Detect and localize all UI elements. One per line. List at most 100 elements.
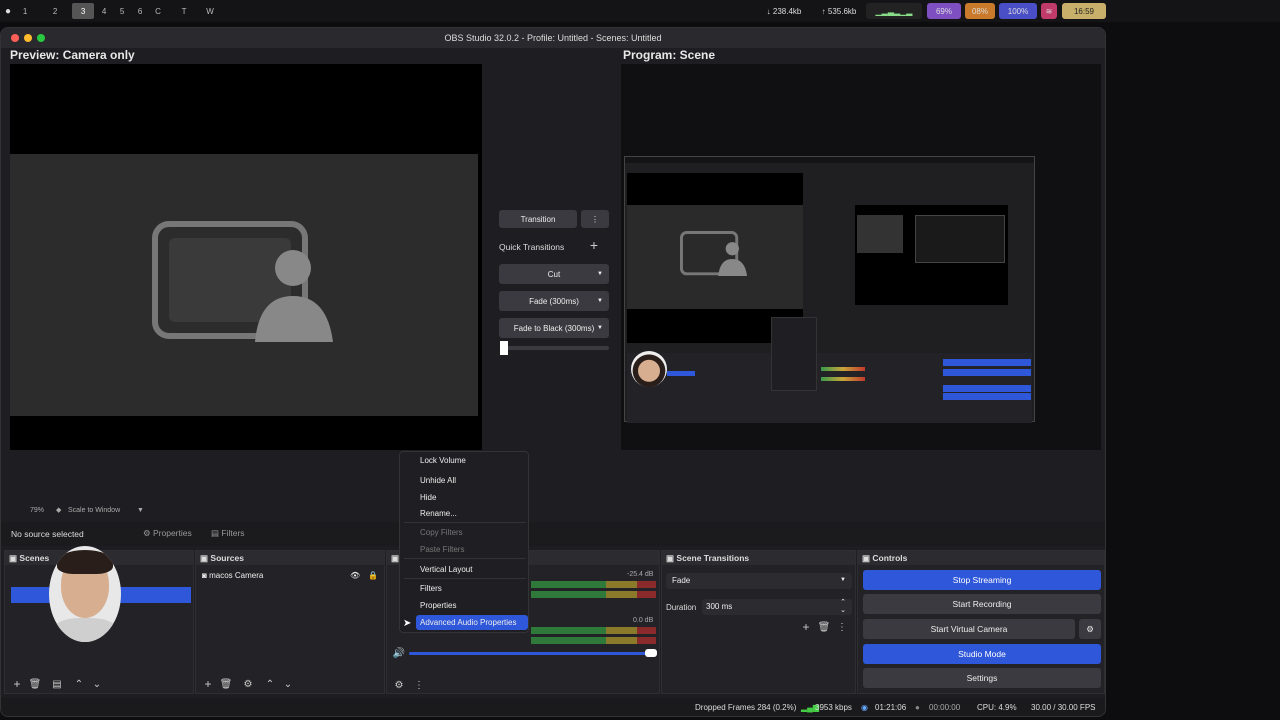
lock-icon[interactable]: 🔒	[368, 571, 378, 580]
scene-filters-icon[interactable]: ▤	[51, 678, 63, 690]
mixer-settings-icon[interactable]: ⚙	[393, 679, 405, 691]
mixer-menu-icon[interactable]: ⋮	[413, 679, 425, 691]
add-source-icon[interactable]: +	[202, 677, 214, 691]
window-titlebar: OBS Studio 32.0.2 - Profile: Untitled - …	[1, 28, 1105, 48]
camera-placeholder	[10, 154, 478, 416]
sources-dock-icon: ▣	[200, 552, 211, 563]
dropped-frames: Dropped Frames 284 (0.2%)	[695, 703, 797, 712]
quick-transitions-label: Quick Transitions	[499, 242, 565, 252]
zoom-window-button[interactable]	[37, 34, 45, 42]
virtual-camera-settings-button[interactable]: ⚙	[1079, 619, 1101, 639]
program-title: Program: Scene	[623, 48, 716, 62]
fade-transition-button[interactable]: Fade (300ms) ▼	[499, 291, 609, 311]
transition-button[interactable]: Transition	[499, 210, 577, 228]
speaker-icon[interactable]: 🔊	[393, 647, 405, 659]
mouse-cursor-icon: ➤	[403, 618, 412, 629]
tbar-slider-handle[interactable]	[500, 341, 508, 355]
cut-transition-button[interactable]: Cut ▼	[499, 264, 609, 284]
menu-item-rename[interactable]: Rename...	[420, 509, 457, 518]
menu-item-vertical-layout[interactable]: Vertical Layout	[420, 565, 472, 574]
menu-item-advanced-audio[interactable]: Advanced Audio Properties	[420, 618, 517, 627]
apple-logo-icon[interactable]: ●	[5, 6, 11, 17]
start-recording-button[interactable]: Start Recording	[863, 594, 1101, 614]
move-up-icon[interactable]: ⌃	[264, 678, 276, 690]
workspace-2[interactable]: 2	[48, 3, 62, 19]
workspace-1[interactable]: 1	[18, 3, 32, 19]
properties-button[interactable]: ⚙ Properties	[143, 528, 192, 539]
delete-source-icon[interactable]: 🗑	[220, 678, 233, 690]
chevron-down-icon[interactable]: ▼	[137, 507, 144, 514]
volume-indicator[interactable]: 100%	[999, 3, 1037, 19]
workspace-w[interactable]: W	[203, 3, 217, 19]
kebab-icon: ⋮	[591, 214, 599, 224]
workspace-4[interactable]: 4	[97, 3, 111, 19]
filters-button[interactable]: ▤ Filters	[211, 528, 245, 539]
add-scene-icon[interactable]: +	[11, 677, 23, 691]
delete-transition-icon[interactable]: 🗑	[818, 621, 831, 633]
settings-button[interactable]: Settings	[863, 668, 1101, 688]
workspace-3[interactable]: 3	[72, 3, 95, 19]
menu-item-properties[interactable]: Properties	[420, 601, 456, 610]
duration-label: Duration	[666, 603, 697, 612]
camera-placeholder-icon	[152, 221, 333, 342]
menu-item-hide[interactable]: Hide	[420, 493, 436, 502]
stop-streaming-button[interactable]: Stop Streaming	[863, 570, 1101, 590]
mic-indicator[interactable]: 08%	[965, 3, 995, 19]
minimize-window-button[interactable]	[24, 34, 32, 42]
move-down-icon[interactable]: ⌄	[282, 678, 294, 690]
transition-select[interactable]: Fade ▼	[666, 573, 852, 589]
add-transition-icon[interactable]: +	[800, 620, 812, 634]
move-down-icon[interactable]: ⌄	[91, 678, 103, 690]
scene-transitions-header: ▣ Scene Transitions	[662, 551, 855, 565]
transition-menu-icon[interactable]: ⋮	[836, 621, 848, 633]
obs-window: OBS Studio 32.0.2 - Profile: Untitled - …	[0, 27, 1106, 717]
menu-separator	[404, 558, 526, 559]
tbar-slider-track[interactable]	[501, 346, 609, 350]
visibility-eye-icon[interactable]: 👁	[350, 571, 360, 580]
chevron-down-icon: ▼	[597, 271, 603, 277]
menu-item-lock-volume[interactable]: Lock Volume	[420, 456, 466, 465]
preview-canvas[interactable]	[10, 64, 482, 450]
workspace-t[interactable]: T	[177, 3, 191, 19]
zoom-stepper-icon[interactable]: ◆	[56, 506, 61, 514]
webcam-overlay	[49, 546, 121, 642]
chevron-down-icon: ▼	[597, 298, 603, 304]
controls-dock-icon: ▣	[862, 552, 873, 563]
zoom-level[interactable]: 79%	[30, 507, 44, 514]
fade-black-transition-button[interactable]: Fade to Black (300ms) ▼	[499, 318, 609, 338]
workspace-6[interactable]: 6	[133, 3, 147, 19]
duration-input[interactable]: 300 ms ⌃ ⌄	[702, 599, 852, 615]
scenes-dock-icon: ▣	[9, 552, 20, 563]
menu-item-unhide-all[interactable]: Unhide All	[420, 476, 456, 485]
start-virtual-camera-button[interactable]: Start Virtual Camera	[863, 619, 1075, 639]
controls-header: ▣ Controls	[858, 551, 1104, 565]
workspace-5[interactable]: 5	[115, 3, 129, 19]
mixer-dock-icon: ▣	[391, 552, 400, 563]
menu-item-filters[interactable]: Filters	[420, 584, 442, 593]
bitrate: 3953 kbps	[815, 703, 852, 712]
program-canvas[interactable]	[621, 64, 1101, 450]
stepper-icon[interactable]: ⌃ ⌄	[840, 599, 846, 615]
volume-slider-track[interactable]	[409, 652, 655, 655]
clock: 16:59	[1062, 3, 1106, 19]
chevron-down-icon: ▼	[597, 325, 603, 331]
upload-rate: ↑ 535.6kb	[821, 6, 857, 16]
scale-to-window-select[interactable]: Scale to Window	[68, 507, 120, 514]
preview-title: Preview: Camera only	[10, 48, 135, 62]
delete-scene-icon[interactable]: 🗑	[29, 678, 42, 690]
source-item[interactable]: ◙ macos Camera 👁 🔒	[202, 571, 380, 585]
mixer-db-1: -25.4 dB	[627, 571, 654, 578]
filters-icon: ▤	[211, 528, 220, 538]
source-settings-icon[interactable]: ⚙	[242, 678, 254, 690]
add-quick-transition-icon[interactable]: +	[586, 237, 602, 253]
studio-mode-button[interactable]: Studio Mode	[863, 644, 1101, 664]
close-window-button[interactable]	[11, 34, 19, 42]
workspace-c[interactable]: C	[151, 3, 165, 19]
wifi-icon[interactable]: ≋	[1041, 3, 1057, 19]
scenes-toolbar: + 🗑 ▤ ⌃ ⌄	[5, 677, 193, 693]
battery-indicator[interactable]: 69%	[927, 3, 961, 19]
transition-menu-button[interactable]: ⋮	[581, 210, 609, 228]
nested-webcam-face	[631, 351, 667, 387]
move-up-icon[interactable]: ⌃	[73, 678, 85, 690]
volume-slider-handle[interactable]	[645, 649, 657, 657]
